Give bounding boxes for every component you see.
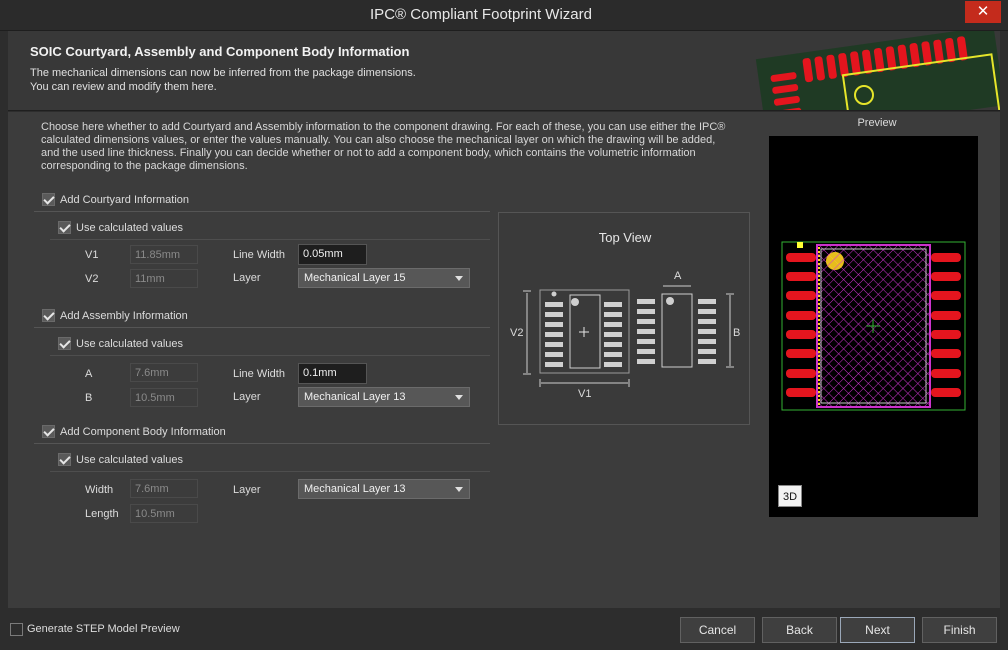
title-bar: IPC® Compliant Footprint Wizard ✕ xyxy=(0,0,1008,31)
v1-label: V1 xyxy=(85,249,99,261)
assembly-layer-label: Layer xyxy=(233,391,261,403)
left-pads xyxy=(545,302,563,367)
right-pads xyxy=(604,302,622,367)
v1-dim-label: V1 xyxy=(578,388,592,400)
a-dim-label: A xyxy=(674,270,682,282)
page-title: SOIC Courtyard, Assembly and Component B… xyxy=(30,44,410,59)
intro-text: Choose here whether to add Courtyard and… xyxy=(41,121,726,172)
b-dim-label: B xyxy=(733,327,741,339)
add-assembly-label: Add Assembly Information xyxy=(60,310,188,322)
body-sub-divider xyxy=(50,471,490,472)
wizard-content: Choose here whether to add Courtyard and… xyxy=(8,112,1000,608)
top-view-diagram xyxy=(523,285,734,387)
assembly-layer-select[interactable]: Mechanical Layer 13 xyxy=(298,387,470,407)
v2-dim-label: V2 xyxy=(510,327,524,339)
a-label: A xyxy=(85,368,93,380)
courtyard-divider xyxy=(34,211,490,212)
add-assembly-checkbox[interactable] xyxy=(42,309,55,322)
width-label: Width xyxy=(85,484,114,496)
window-title: IPC® Compliant Footprint Wizard xyxy=(370,6,592,23)
next-button[interactable]: Next xyxy=(840,617,915,643)
back-button[interactable]: Back xyxy=(762,617,837,643)
v2-label: V2 xyxy=(85,273,99,285)
v2-field[interactable]: 11mm xyxy=(130,269,198,288)
cancel-button[interactable]: Cancel xyxy=(680,617,755,643)
assembly-divider xyxy=(34,327,490,328)
courtyard-layer-value: Mechanical Layer 15 xyxy=(304,272,406,284)
page-description: The mechanical dimensions can now be inf… xyxy=(30,67,416,93)
body-layer-label: Layer xyxy=(233,484,261,496)
chevron-down-icon xyxy=(455,487,463,492)
generate-step-preview-checkbox[interactable] xyxy=(10,623,23,636)
3d-view-button[interactable]: 3D xyxy=(778,485,802,507)
footprint-preview xyxy=(781,241,966,411)
b-field[interactable]: 10.5mm xyxy=(130,388,198,407)
assembly-sub-divider xyxy=(50,355,490,356)
add-body-label: Add Component Body Information xyxy=(60,426,226,438)
add-courtyard-checkbox[interactable] xyxy=(42,193,55,206)
a-field[interactable]: 7.6mm xyxy=(130,363,198,382)
body-divider xyxy=(34,443,490,444)
side-right-pads xyxy=(698,299,716,364)
assembly-layer-value: Mechanical Layer 13 xyxy=(304,391,406,403)
preview-label: Preview xyxy=(857,117,897,129)
preview-canvas[interactable] xyxy=(769,136,978,517)
courtyard-sub-divider xyxy=(50,239,490,240)
length-field[interactable]: 10.5mm xyxy=(130,504,198,523)
generate-step-preview-label: Generate STEP Model Preview xyxy=(27,623,180,635)
close-button[interactable]: ✕ xyxy=(965,1,1001,23)
assembly-line-width-field[interactable]: 0.1mm xyxy=(298,363,367,384)
courtyard-use-calculated-checkbox[interactable] xyxy=(58,221,71,234)
wizard-header: SOIC Courtyard, Assembly and Component B… xyxy=(8,31,1000,111)
preview-left-pads xyxy=(786,253,816,397)
courtyard-layer-label: Layer xyxy=(233,272,261,284)
add-body-checkbox[interactable] xyxy=(42,425,55,438)
chevron-down-icon xyxy=(455,395,463,400)
courtyard-layer-select[interactable]: Mechanical Layer 15 xyxy=(298,268,470,288)
courtyard-line-width-field[interactable]: 0.05mm xyxy=(298,244,367,265)
length-label: Length xyxy=(85,508,119,520)
assembly-use-calculated-checkbox[interactable] xyxy=(58,337,71,350)
add-courtyard-label: Add Courtyard Information xyxy=(60,194,190,206)
courtyard-line-width-label: Line Width xyxy=(233,249,285,261)
preview-right-pads xyxy=(931,253,961,397)
chevron-down-icon xyxy=(455,276,463,281)
b-label: B xyxy=(85,392,93,404)
body-use-calculated-checkbox[interactable] xyxy=(58,453,71,466)
assembly-use-calculated-label: Use calculated values xyxy=(76,338,184,350)
body-use-calculated-label: Use calculated values xyxy=(76,454,184,466)
top-view-panel: Top View V2 V1 A B xyxy=(498,212,750,425)
courtyard-use-calculated-label: Use calculated values xyxy=(76,222,184,234)
finish-button[interactable]: Finish xyxy=(922,617,997,643)
v1-field[interactable]: 11.85mm xyxy=(130,245,198,264)
body-layer-select[interactable]: Mechanical Layer 13 xyxy=(298,479,470,499)
pcb-header-illustration xyxy=(754,31,1000,110)
assembly-line-width-label: Line Width xyxy=(233,368,285,380)
side-left-pads xyxy=(637,299,655,364)
body-layer-value: Mechanical Layer 13 xyxy=(304,483,406,495)
width-field[interactable]: 7.6mm xyxy=(130,479,198,498)
